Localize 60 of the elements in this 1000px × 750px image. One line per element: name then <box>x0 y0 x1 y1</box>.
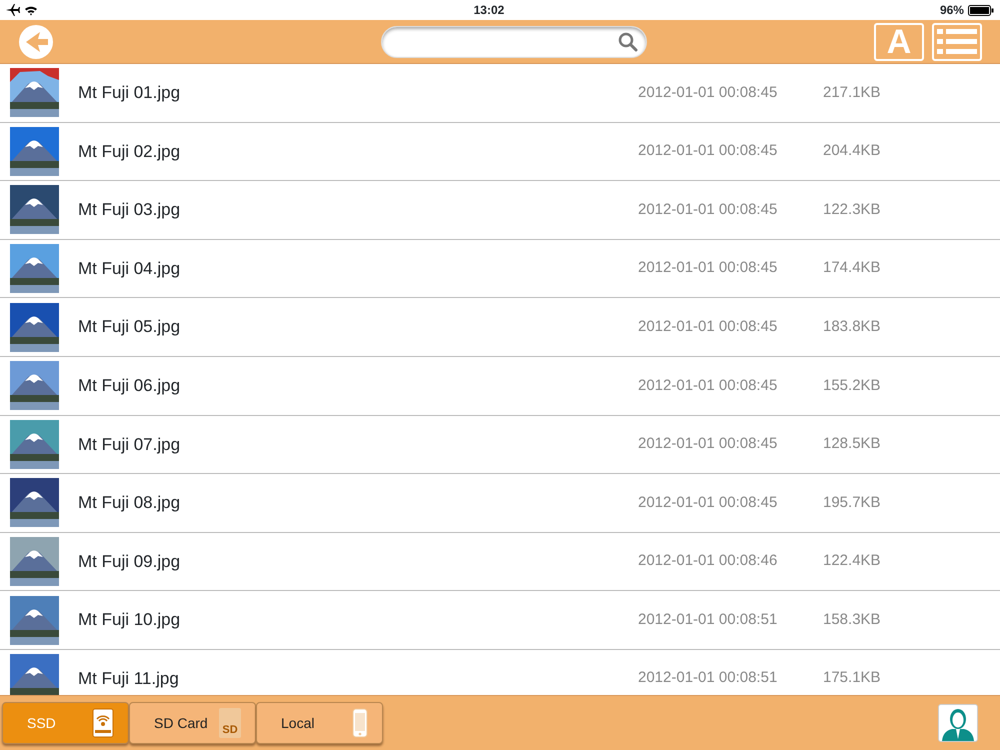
file-size: 175.1KB <box>823 668 881 688</box>
file-date: 2012-01-01 00:08:45 <box>638 141 778 162</box>
file-row[interactable]: Mt Fuji 06.jpg 2012-01-01 00:08:45 155.2KB <box>0 356 1000 416</box>
file-name: Mt Fuji 02.jpg <box>78 140 182 163</box>
file-name: Mt Fuji 04.jpg <box>78 258 182 280</box>
phone-icon <box>352 708 368 738</box>
file-date: 2012-01-01 00:08:45 <box>638 200 778 220</box>
user-icon <box>940 707 976 741</box>
file-row[interactable]: Mt Fuji 08.jpg 2012-01-01 00:08:45 195.7KB <box>0 474 1000 533</box>
file-name: Mt Fuji 07.jpg <box>78 434 182 456</box>
user-profile-button[interactable] <box>938 704 978 742</box>
file-date: 2012-01-01 00:08:45 <box>638 376 778 396</box>
file-date: 2012-01-01 00:08:46 <box>638 551 778 572</box>
file-size: 204.4KB <box>823 141 881 162</box>
file-name: Mt Fuji 09.jpg <box>78 550 182 573</box>
clock-time: 13:02 <box>474 2 504 19</box>
file-date: 2012-01-01 00:08:51 <box>638 610 778 630</box>
file-size: 122.3KB <box>823 200 881 220</box>
file-row[interactable]: Mt Fuji 05.jpg 2012-01-01 00:08:45 183.8KB <box>0 298 1000 357</box>
file-name: Mt Fuji 06.jpg <box>78 375 182 398</box>
sd-card-icon: SD <box>219 708 241 738</box>
battery-percent: 96% <box>940 2 964 19</box>
search-field[interactable] <box>381 26 647 58</box>
file-row[interactable]: Mt Fuji 03.jpg 2012-01-01 00:08:45 122.3KB <box>0 181 1000 240</box>
file-row[interactable]: Mt Fuji 04.jpg 2012-01-01 00:08:45 174.4KB <box>0 240 1000 298</box>
file-row[interactable]: Mt Fuji 02.jpg 2012-01-01 00:08:45 204.4KB <box>0 122 1000 182</box>
file-size: 195.7KB <box>823 492 881 513</box>
file-size: 155.2KB <box>823 376 881 396</box>
file-row[interactable]: Mt Fuji 09.jpg 2012-01-01 00:08:46 122.4KB <box>0 532 1000 592</box>
storage-tab[interactable]: SD Card SD <box>129 702 256 744</box>
file-date: 2012-01-01 00:08:45 <box>638 492 778 513</box>
file-name: Mt Fuji 08.jpg <box>78 492 182 514</box>
list-icon <box>937 28 977 56</box>
file-date: 2012-01-01 00:08:45 <box>638 316 778 337</box>
file-date: 2012-01-01 00:08:45 <box>638 82 778 103</box>
list-view-button[interactable] <box>932 22 982 60</box>
file-size: 217.1KB <box>823 82 881 103</box>
file-date: 2012-01-01 00:08:45 <box>638 258 778 278</box>
back-icon[interactable] <box>18 24 54 60</box>
file-size: 122.4KB <box>823 551 881 572</box>
file-name: Mt Fuji 01.jpg <box>78 82 182 104</box>
file-name: Mt Fuji 05.jpg <box>78 316 182 338</box>
file-size: 174.4KB <box>823 258 881 278</box>
file-size: 128.5KB <box>823 434 881 454</box>
search-icon <box>618 32 638 52</box>
file-row[interactable]: Mt Fuji 01.jpg 2012-01-01 00:08:45 217.1KB <box>0 64 1000 123</box>
file-date: 2012-01-01 00:08:51 <box>638 668 778 688</box>
wifi-drive-icon <box>92 708 114 738</box>
battery-icon <box>968 4 994 16</box>
airplane-icon <box>6 4 20 16</box>
wifi-icon <box>24 4 38 16</box>
file-row[interactable]: Mt Fuji 07.jpg 2012-01-01 00:08:45 128.5KB <box>0 416 1000 474</box>
file-name: Mt Fuji 10.jpg <box>78 609 182 632</box>
file-name: Mt Fuji 11.jpg <box>78 668 180 690</box>
file-name: Mt Fuji 03.jpg <box>78 199 182 222</box>
file-row[interactable]: Mt Fuji 10.jpg 2012-01-01 00:08:51 158.3KB <box>0 591 1000 650</box>
file-size: 183.8KB <box>823 316 881 337</box>
file-date: 2012-01-01 00:08:45 <box>638 434 778 454</box>
file-size: 158.3KB <box>823 610 881 630</box>
storage-tab[interactable]: Local <box>256 702 383 744</box>
